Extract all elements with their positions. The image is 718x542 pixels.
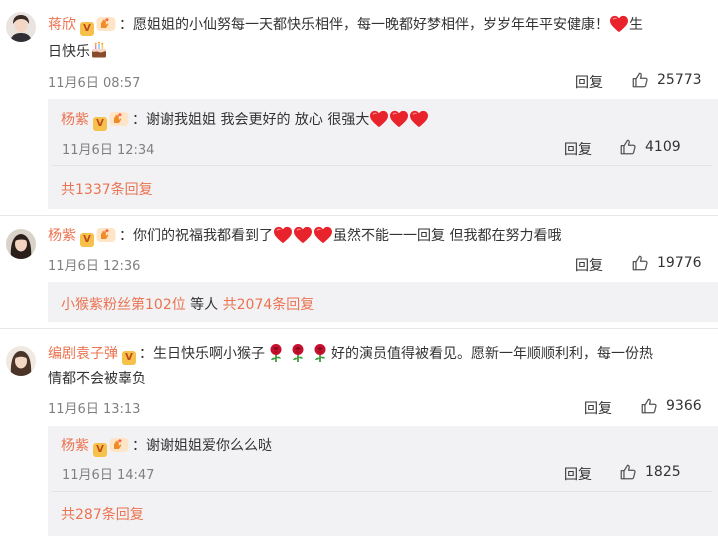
red-heart-emoji [273, 226, 293, 244]
username-link[interactable]: 杨紫 [61, 438, 89, 454]
colon-separator: ： [119, 17, 133, 33]
username-link[interactable]: 编剧袁子弹 [48, 346, 118, 362]
comment-text-line-2: 日快乐 [48, 41, 108, 62]
view-more-replies-link[interactable]: 小猴紫粉丝第102位 等人 共2074条回复 [61, 294, 314, 314]
comment-text: 生日快乐啊小猴子 [153, 346, 265, 362]
comment-text-line-2: 情都不会被辜负 [48, 369, 146, 389]
red-heart-emoji [409, 110, 429, 128]
view-more-replies-link[interactable]: 共287条回复 [61, 504, 144, 524]
verified-v-badge-icon: V [122, 351, 136, 365]
comment-text-line-1: 编剧袁子弹 V ：生日快乐啊小猴子 好的演员值得被看见。愿新一年顺顺利利，每一份热 [48, 343, 653, 365]
sub-replies-panel: 杨紫 V ：谢谢我姐姐 我会更好的 放心 很强大 11月6日 12:34 回复 41… [48, 99, 718, 209]
member-hand-badge-icon[interactable] [96, 16, 116, 32]
like-count: 9366 [666, 398, 702, 414]
like-count: 25773 [657, 72, 702, 88]
like-count: 19776 [657, 255, 702, 271]
comment-timestamp: 11月6日 13:13 [48, 402, 141, 417]
reply-button[interactable]: 回复 [564, 464, 592, 484]
comment-item: 蒋欣 V ：愿姐姐的小仙努每一天都快乐相伴，每一晚都好梦相伴，岁岁年年平安健康！生 … [0, 0, 718, 214]
sub-replies-panel: 小猴紫粉丝第102位 等人 共2074条回复 [48, 282, 718, 322]
like-count: 1825 [645, 464, 681, 480]
rose-emoji [289, 343, 307, 363]
rose-emoji [311, 343, 329, 363]
thumbs-up-icon [631, 71, 649, 89]
comment-text: 愿姐姐的小仙努每一天都快乐相伴，每一晚都好梦相伴，岁岁年年平安健康！ [133, 17, 609, 33]
colon-separator: ： [132, 112, 146, 128]
sub-reply-timestamp: 11月6日 14:47 [62, 468, 155, 483]
member-hand-badge-icon[interactable] [109, 437, 129, 453]
thumbs-up-icon [619, 463, 637, 481]
red-heart-emoji [313, 226, 333, 244]
comment-text-line-1: 蒋欣 V ：愿姐姐的小仙努每一天都快乐相伴，每一晚都好梦相伴，岁岁年年平安健康！ 生 [48, 15, 643, 36]
comment-text-continued: 生 [629, 17, 643, 33]
avatar[interactable] [6, 346, 36, 376]
red-heart-emoji [609, 15, 629, 33]
sub-reply-text-line: 杨紫 V ：谢谢我姐姐 我会更好的 放心 很强大 [61, 110, 429, 131]
others-label: 等人 [185, 297, 223, 313]
comment-text: 你们的祝福我都看到了 [133, 228, 273, 244]
like-button[interactable]: 19776 [631, 254, 702, 272]
top-replier-name[interactable]: 小猴紫粉丝第102位 [61, 297, 186, 313]
username-link[interactable]: 蒋欣 [48, 17, 76, 33]
sub-replies-panel: 杨紫 V ：谢谢姐姐爱你么么哒 11月6日 14:47 回复 1825 共287条回… [48, 426, 718, 536]
verified-v-badge-icon: V [93, 117, 107, 131]
birthday-cake-emoji [90, 41, 108, 59]
rose-emoji [267, 343, 285, 363]
member-hand-badge-icon[interactable] [96, 227, 116, 243]
reply-button[interactable]: 回复 [575, 255, 603, 275]
thumbs-up-icon [631, 254, 649, 272]
member-hand-badge-icon[interactable] [109, 111, 129, 127]
like-button[interactable]: 25773 [631, 71, 702, 89]
colon-separator: ： [119, 228, 133, 244]
thumbs-up-icon [619, 138, 637, 156]
red-heart-emoji [369, 110, 389, 128]
thumbs-up-icon [640, 397, 658, 415]
sub-reply-text-line: 杨紫 V ：谢谢姐姐爱你么么哒 [61, 436, 272, 457]
sub-reply-text: 谢谢我姐姐 我会更好的 放心 很强大 [146, 112, 370, 128]
comment-text-continued: 好的演员值得被看见。愿新一年顺顺利利，每一份热 [331, 346, 653, 362]
colon-separator: ： [139, 346, 153, 362]
reply-button[interactable]: 回复 [564, 139, 592, 159]
sub-reply-text: 谢谢姐姐爱你么么哒 [146, 438, 272, 454]
comment-text-wrap: 情都不会被辜负 [48, 371, 146, 387]
username-link[interactable]: 杨紫 [48, 228, 76, 244]
username-link[interactable]: 杨紫 [61, 112, 89, 128]
verified-v-badge-icon: V [93, 443, 107, 457]
like-button[interactable]: 4109 [619, 138, 681, 156]
reply-button[interactable]: 回复 [584, 398, 612, 418]
like-button[interactable]: 9366 [640, 397, 702, 415]
comment-timestamp: 11月6日 12:36 [48, 259, 141, 274]
comment-text-line-1: 杨紫 V ：你们的祝福我都看到了 虽然不能一一回复 但我都在努力看哦 [48, 226, 561, 247]
avatar[interactable] [6, 12, 36, 42]
like-button[interactable]: 1825 [619, 463, 681, 481]
comment-item: 杨紫 V ：你们的祝福我都看到了 虽然不能一一回复 但我都在努力看哦 11月6日 12… [0, 216, 718, 326]
sub-reply-timestamp: 11月6日 12:34 [62, 143, 155, 158]
red-heart-emoji [389, 110, 409, 128]
total-replies-count[interactable]: 共2074条回复 [223, 297, 315, 313]
comment-text-continued: 虽然不能一一回复 但我都在努力看哦 [333, 228, 562, 244]
comment-timestamp: 11月6日 08:57 [48, 76, 141, 91]
verified-v-badge-icon: V [80, 22, 94, 36]
like-count: 4109 [645, 139, 681, 155]
divider [52, 491, 712, 492]
view-more-replies-link[interactable]: 共1337条回复 [61, 179, 153, 199]
red-heart-emoji [293, 226, 313, 244]
colon-separator: ： [132, 438, 146, 454]
comment-item: 编剧袁子弹 V ：生日快乐啊小猴子 好的演员值得被看见。愿新一年顺顺利利，每一份热 情… [0, 329, 718, 542]
comment-text-wrap: 日快乐 [48, 44, 90, 60]
avatar[interactable] [6, 229, 36, 259]
verified-v-badge-icon: V [80, 233, 94, 247]
reply-button[interactable]: 回复 [575, 72, 603, 92]
divider [52, 165, 712, 166]
